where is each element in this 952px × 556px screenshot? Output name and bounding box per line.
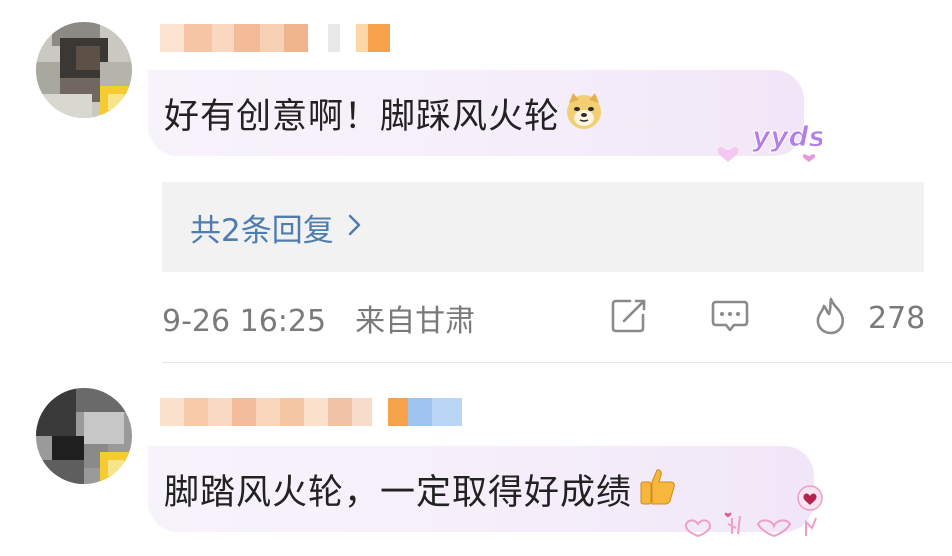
share-button[interactable]	[610, 296, 648, 340]
finger-heart-icon	[727, 515, 741, 535]
username-blurred-1[interactable]	[160, 24, 390, 52]
thumbs-up-emoji-icon	[636, 466, 678, 512]
yyds-sticker: yyds	[712, 112, 826, 172]
timestamp: 9-26 16:25	[162, 304, 327, 339]
comment-icon	[710, 296, 750, 340]
flame-like-icon	[812, 296, 850, 340]
replies-label: 共2条回复	[190, 212, 334, 249]
user-avatar-2[interactable]	[36, 388, 132, 484]
comment-text-2: 脚踏风火轮，一定取得好成绩	[164, 472, 633, 513]
heart-gesture-sticker	[680, 484, 830, 544]
heart-hands-icon	[756, 519, 792, 538]
like-button[interactable]: 278	[812, 296, 925, 340]
view-replies-button[interactable]: 共2条回复	[162, 182, 924, 272]
yyds-text: yyds	[752, 120, 822, 153]
location: 来自甘肃	[355, 304, 476, 339]
comment-button[interactable]	[710, 296, 750, 340]
username-blurred-2[interactable]	[160, 398, 462, 426]
like-count: 278	[868, 300, 926, 336]
hand-heart-icon	[684, 519, 712, 538]
chevron-right-icon	[348, 214, 362, 240]
love-gesture-icon	[797, 485, 823, 511]
comment-meta: 9-26 16:25 来自甘肃	[162, 296, 475, 340]
share-icon	[610, 297, 648, 339]
comment-text-1: 好有创意啊！脚踩风火轮	[164, 96, 561, 137]
user-avatar-1[interactable]	[36, 22, 132, 118]
doge-emoji-icon	[564, 91, 604, 135]
comment-divider	[162, 362, 952, 363]
comment-bubble-1: 好有创意啊！脚踩风火轮	[148, 70, 804, 156]
